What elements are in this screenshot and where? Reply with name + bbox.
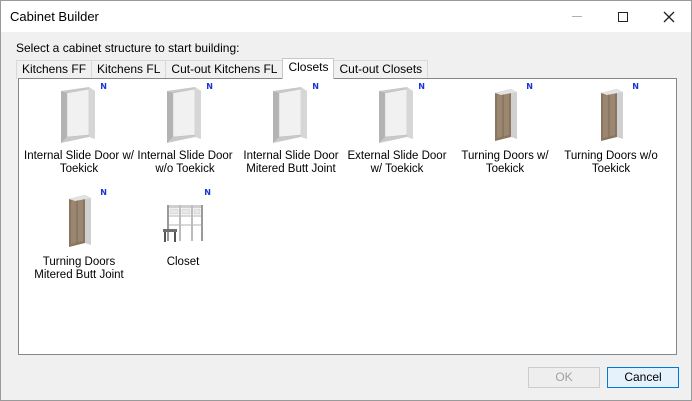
minimize-icon bbox=[572, 16, 582, 17]
list-item[interactable]: N Internal Slide Door Mitered Butt Joint bbox=[235, 82, 347, 176]
list-item[interactable]: N Turning Doors w/o Toekick bbox=[555, 82, 667, 176]
minimize-button[interactable] bbox=[554, 1, 600, 32]
cabinet-builder-dialog: Cabinet Builder Select a cabinet structu… bbox=[0, 0, 692, 401]
new-badge: N bbox=[632, 82, 639, 91]
instruction-label: Select a cabinet structure to start buil… bbox=[16, 41, 240, 55]
ok-button[interactable]: OK bbox=[528, 367, 600, 388]
new-badge: N bbox=[100, 188, 107, 197]
new-badge: N bbox=[526, 82, 533, 91]
item-label: Turning Doors Mitered Butt Joint bbox=[34, 256, 124, 281]
new-badge: N bbox=[418, 82, 425, 91]
list-item[interactable]: N Internal Slide Door w/ Toekick bbox=[23, 82, 135, 176]
turning-door-cabinet-icon: N bbox=[475, 82, 535, 147]
tab-closets[interactable]: Closets bbox=[282, 58, 335, 79]
item-label: Turning Doors w/ Toekick bbox=[461, 150, 549, 175]
close-button[interactable] bbox=[646, 1, 692, 32]
window-title: Cabinet Builder bbox=[10, 9, 99, 24]
new-badge: N bbox=[204, 188, 211, 197]
new-badge: N bbox=[100, 82, 107, 91]
title-bar: Cabinet Builder bbox=[1, 1, 691, 32]
tab-cutout-closets[interactable]: Cut-out Closets bbox=[333, 60, 429, 79]
close-icon bbox=[663, 11, 675, 22]
tab-strip: Kitchens FF Kitchens FL Cut-out Kitchens… bbox=[16, 58, 429, 79]
tab-kitchens-fl[interactable]: Kitchens FL bbox=[91, 60, 167, 79]
item-label: Internal Slide Door Mitered Butt Joint bbox=[243, 150, 339, 175]
turning-door-cabinet-icon: N bbox=[49, 188, 109, 253]
tab-kitchens-ff[interactable]: Kitchens FF bbox=[16, 60, 93, 79]
slide-door-cabinet-icon: N bbox=[261, 82, 321, 147]
slide-door-cabinet-icon: N bbox=[367, 82, 427, 147]
turning-door-cabinet-icon: N bbox=[581, 82, 641, 147]
closet-shelving-icon: N bbox=[153, 188, 213, 253]
maximize-icon bbox=[618, 11, 628, 22]
item-label: Internal Slide Door w/o Toekick bbox=[137, 150, 233, 175]
item-label: External Slide Door w/ Toekick bbox=[347, 150, 447, 175]
new-badge: N bbox=[312, 82, 319, 91]
list-item[interactable]: N Turning Doors w/ Toekick bbox=[449, 82, 561, 176]
slide-door-cabinet-icon: N bbox=[155, 82, 215, 147]
item-label: Internal Slide Door w/ Toekick bbox=[24, 150, 134, 175]
list-item[interactable]: N Internal Slide Door w/o Toekick bbox=[129, 82, 241, 176]
new-badge: N bbox=[206, 82, 213, 91]
slide-door-cabinet-icon: N bbox=[49, 82, 109, 147]
list-item[interactable]: N Closet bbox=[127, 188, 239, 269]
cancel-button[interactable]: Cancel bbox=[607, 367, 679, 388]
maximize-button[interactable] bbox=[600, 1, 646, 32]
list-item[interactable]: N Turning Doors Mitered Butt Joint bbox=[23, 188, 135, 282]
item-label: Closet bbox=[166, 256, 200, 268]
structure-list: N Internal Slide Door w/ Toekick N Inter… bbox=[18, 78, 677, 355]
list-item[interactable]: N External Slide Door w/ Toekick bbox=[341, 82, 453, 176]
item-label: Turning Doors w/o Toekick bbox=[564, 150, 658, 175]
tab-cutout-kitchens-fl[interactable]: Cut-out Kitchens FL bbox=[165, 60, 284, 79]
